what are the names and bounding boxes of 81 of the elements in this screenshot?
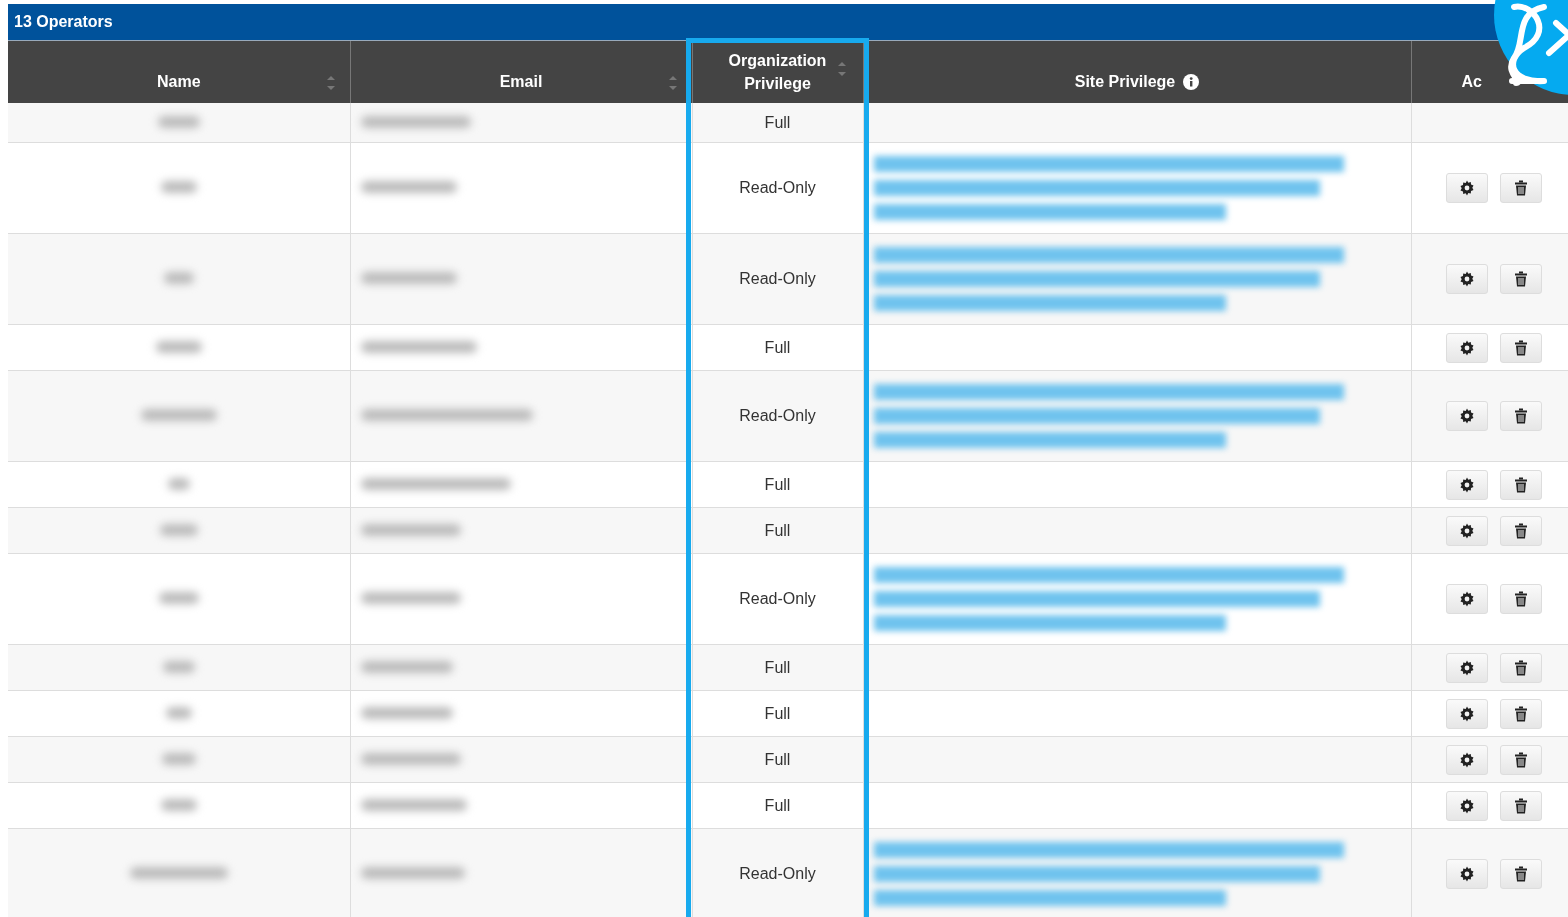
trash-icon xyxy=(1512,797,1529,814)
sort-icon xyxy=(836,61,847,77)
column-header[interactable]: Name xyxy=(156,53,201,91)
settings-button[interactable] xyxy=(1445,744,1488,775)
trash-icon xyxy=(1512,591,1529,607)
settings-icon xyxy=(1458,751,1475,768)
settings-button[interactable] xyxy=(1445,264,1488,294)
blurred-name xyxy=(157,115,200,128)
delete-button[interactable] xyxy=(1499,469,1542,500)
blurred-name xyxy=(160,181,197,193)
table-cell: Read-Only xyxy=(739,407,816,424)
panel-title: 13 Operators xyxy=(14,13,113,31)
blurred-name xyxy=(162,660,195,673)
settings-button[interactable] xyxy=(1445,173,1488,203)
sort-icon xyxy=(325,75,336,91)
trash-icon xyxy=(1512,866,1529,882)
delete-button[interactable] xyxy=(1499,332,1542,363)
settings-icon xyxy=(1458,180,1475,196)
blurred-name xyxy=(165,706,192,719)
info-icon xyxy=(1183,74,1200,90)
table-cell: Full xyxy=(764,796,791,814)
delete-button[interactable] xyxy=(1499,401,1542,431)
delete-button[interactable] xyxy=(1499,515,1542,546)
sort-icon xyxy=(667,75,678,91)
delete-button[interactable] xyxy=(1499,584,1542,614)
settings-button[interactable] xyxy=(1445,698,1488,729)
table-cell: Read-Only xyxy=(739,590,816,607)
blurred-name xyxy=(163,272,194,284)
settings-button[interactable] xyxy=(1445,469,1488,500)
column-header: Ac xyxy=(1461,72,1482,91)
delete-button[interactable] xyxy=(1499,859,1542,889)
settings-icon xyxy=(1458,339,1475,356)
blurred-name xyxy=(158,592,199,604)
trash-icon xyxy=(1512,339,1529,356)
blurred-name xyxy=(155,340,202,353)
settings-icon xyxy=(1458,659,1475,676)
table-cell: Read-Only xyxy=(739,270,816,287)
table-cell: Full xyxy=(764,704,791,722)
trash-icon xyxy=(1512,659,1529,676)
table-cell: Read-Only xyxy=(739,865,816,882)
table-cell: Full xyxy=(764,475,791,493)
blurred-name xyxy=(160,798,197,811)
column-header: Site Privilege xyxy=(1074,72,1176,91)
settings-icon xyxy=(1458,797,1475,814)
settings-button[interactable] xyxy=(1445,790,1488,821)
delete-button[interactable] xyxy=(1499,698,1542,729)
settings-button[interactable] xyxy=(1445,652,1488,683)
settings-icon xyxy=(1458,591,1475,607)
settings-icon xyxy=(1458,705,1475,722)
table-cell: Full xyxy=(764,113,791,131)
settings-button[interactable] xyxy=(1445,584,1488,614)
delete-button[interactable] xyxy=(1499,744,1542,775)
settings-button[interactable] xyxy=(1445,515,1488,546)
blurred-name xyxy=(161,752,196,765)
trash-icon xyxy=(1512,180,1529,196)
settings-button[interactable] xyxy=(1445,401,1488,431)
delete-button[interactable] xyxy=(1499,652,1542,683)
delete-button[interactable] xyxy=(1499,790,1542,821)
settings-icon xyxy=(1458,866,1475,882)
trash-icon xyxy=(1512,408,1529,424)
table-cell: Read-Only xyxy=(739,179,816,196)
trash-icon xyxy=(1512,476,1529,493)
trash-icon xyxy=(1512,271,1529,287)
settings-icon xyxy=(1458,408,1475,424)
trash-icon xyxy=(1512,751,1529,768)
column-header[interactable]: Email xyxy=(499,53,543,91)
settings-button[interactable] xyxy=(1445,332,1488,363)
trash-icon xyxy=(1512,705,1529,722)
blurred-name xyxy=(159,523,198,536)
blurred-name xyxy=(167,477,190,490)
settings-button[interactable] xyxy=(1445,859,1488,889)
table-cell: Full xyxy=(764,658,791,676)
settings-icon xyxy=(1458,476,1475,493)
table-cell: Full xyxy=(764,338,791,356)
settings-icon xyxy=(1458,522,1475,539)
delete-button[interactable] xyxy=(1499,264,1542,294)
settings-icon xyxy=(1458,271,1475,287)
table-cell: Full xyxy=(764,750,791,768)
delete-button[interactable] xyxy=(1499,173,1542,203)
trash-icon xyxy=(1512,522,1529,539)
table-cell: Full xyxy=(764,521,791,539)
